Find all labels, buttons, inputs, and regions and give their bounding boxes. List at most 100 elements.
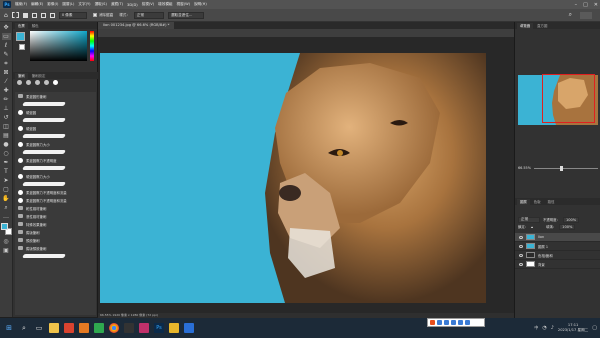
ime-toolbar[interactable] (427, 318, 485, 327)
move-tool-icon[interactable]: ✥ (2, 24, 11, 31)
brush-preset-item[interactable]: 柔邊圓壓力不透明度 (15, 156, 96, 164)
gradient-icon[interactable]: ▤ (2, 132, 11, 139)
zoom-value[interactable]: 66.55% (518, 166, 531, 170)
eyedropper-icon[interactable]: ⁄ (2, 78, 11, 85)
brush-preset-item[interactable]: 柔邊圓壓力大小 (15, 140, 96, 148)
menu-filter[interactable]: 濾鏡(T) (109, 2, 125, 7)
navigator-view-box[interactable] (542, 74, 595, 123)
quick-select-icon[interactable]: ✎ (2, 51, 11, 58)
tab-histogram[interactable]: 直方圖 (534, 23, 550, 29)
visibility-eye-icon[interactable] (519, 244, 523, 248)
color-preview-bg[interactable] (19, 44, 25, 50)
close-icon[interactable]: ✕ (594, 2, 598, 8)
app-red-icon[interactable] (64, 323, 74, 333)
crop-icon[interactable]: ⌗ (2, 60, 11, 67)
photoshop-taskbar-icon[interactable]: Ps (154, 323, 164, 333)
share-icon[interactable] (580, 11, 592, 19)
color-picker-field[interactable] (30, 31, 87, 61)
zoom-icon[interactable]: ⌕ (2, 204, 11, 211)
layer-row[interactable]: 圖層 1 (515, 242, 600, 251)
brush-preset-item[interactable] (15, 116, 96, 124)
tab-paths[interactable]: 路徑 (545, 199, 558, 205)
hue-slider[interactable] (90, 31, 94, 61)
menu-3d[interactable]: 3D(D) (125, 3, 140, 7)
brush-preset-item[interactable]: 預設筆刷 (15, 236, 96, 244)
search-taskbar-icon[interactable]: ⌕ (19, 323, 29, 333)
marquee-icon[interactable]: ▭ (1, 33, 11, 40)
frame-icon[interactable]: ⊠ (2, 69, 11, 76)
tab-channels[interactable]: 色版 (531, 199, 544, 205)
menu-window[interactable]: 視窗(W) (175, 2, 193, 7)
brush-tip-icon[interactable] (44, 80, 49, 85)
app-pink-icon[interactable] (139, 323, 149, 333)
document-tab[interactable]: lion 001234.jpg @ 66.6% (RGB/8#) * (98, 22, 175, 29)
app-green-icon[interactable] (94, 323, 104, 333)
photoshop-logo-icon[interactable]: Ps (3, 1, 11, 8)
tab-brush-settings[interactable]: 筆刷設定 (29, 73, 49, 79)
layer-row[interactable]: 背景 (515, 260, 600, 269)
tab-brushes[interactable]: 筆刷 (15, 73, 28, 79)
more-tools-icon[interactable]: … (2, 213, 11, 220)
volume-icon[interactable]: ♪ (551, 325, 554, 331)
brush-tip-icon[interactable] (53, 80, 58, 85)
stamp-icon[interactable]: ⊥ (2, 105, 11, 112)
shape-icon[interactable]: ▢ (2, 186, 11, 193)
brush-preset-item[interactable]: 乾性媒材筆刷 (15, 204, 96, 212)
brush-preset-item[interactable]: 特殊效果筆刷 (15, 220, 96, 228)
brush-preset-item[interactable] (15, 100, 96, 108)
ime-mic-icon[interactable] (444, 320, 449, 325)
brush-preset-item[interactable] (15, 132, 96, 140)
tray-lang[interactable]: 中 (534, 325, 538, 331)
eraser-icon[interactable]: ◫ (2, 123, 11, 130)
app-dark-icon[interactable] (124, 323, 134, 333)
quick-mask-icon[interactable]: ◎ (2, 238, 11, 245)
add-selection-icon[interactable] (31, 12, 37, 18)
minimize-icon[interactable]: – (575, 2, 578, 8)
ime-logo-icon[interactable] (430, 320, 435, 325)
menu-type[interactable]: 文字(Y) (76, 2, 92, 7)
foreground-color-swatch[interactable] (0, 223, 8, 230)
folder-icon[interactable] (49, 323, 59, 333)
brush-preset-item[interactable]: 柔邊圓壓力不透明度和流量 (15, 196, 96, 204)
screen-mode-icon[interactable]: ▣ (2, 247, 11, 254)
canvas-area[interactable] (98, 37, 514, 313)
brush-preset-item[interactable]: 硬邊圓壓力大小 (15, 172, 96, 180)
intersect-selection-icon[interactable] (49, 12, 55, 18)
menu-layer[interactable]: 圖層(L) (60, 2, 76, 7)
brush-preset-item[interactable]: 濕性媒材筆刷 (15, 212, 96, 220)
menu-view[interactable]: 檢視(V) (140, 2, 156, 7)
menu-edit[interactable]: 編輯(E) (29, 2, 45, 7)
brush-preset-item[interactable]: 硬邊圓 (15, 124, 96, 132)
menu-help[interactable]: 說明(H) (192, 2, 209, 7)
app-orange-icon[interactable] (79, 323, 89, 333)
blend-mode-select[interactable]: 正常 (518, 216, 540, 223)
select-and-mask-button[interactable]: 選取並遮住... (167, 11, 204, 19)
visibility-eye-icon[interactable] (519, 235, 523, 239)
notification-icon[interactable]: ▢ (592, 325, 597, 331)
new-selection-icon[interactable] (22, 12, 28, 18)
tab-swatches[interactable]: 色票 (15, 23, 28, 29)
color-swatches[interactable] (0, 223, 12, 235)
opacity-field[interactable]: 100% (562, 216, 580, 223)
brush-preset-item[interactable] (15, 180, 96, 188)
dodge-icon[interactable]: ○ (2, 150, 11, 157)
anti-alias-checkbox[interactable]: 消除鋸齒 (91, 12, 115, 19)
task-view-icon[interactable]: ▭ (34, 323, 44, 333)
brush-preset-item[interactable]: 舊版筆刷 (15, 228, 96, 236)
tab-layers[interactable]: 圖層 (517, 199, 530, 205)
brush-preset-item[interactable]: 柔邊圓形筆刷 (15, 92, 96, 100)
ime-settings-icon[interactable] (458, 320, 463, 325)
style-select[interactable]: 正常 (133, 11, 164, 19)
menu-image[interactable]: 影像(I) (45, 2, 60, 7)
tab-navigator[interactable]: 導覽器 (517, 23, 534, 29)
marquee-tool-icon[interactable] (11, 12, 19, 18)
brush-tip-icon[interactable] (17, 80, 22, 85)
subtract-selection-icon[interactable] (40, 12, 46, 18)
blur-icon[interactable]: ● (2, 141, 11, 148)
pen-icon[interactable]: ✒ (2, 159, 11, 166)
brush-preset-item[interactable] (15, 148, 96, 156)
document-canvas[interactable] (100, 53, 486, 303)
ime-skin-icon[interactable] (465, 320, 470, 325)
type-icon[interactable]: T (2, 168, 11, 175)
ime-keyboard-icon[interactable] (451, 320, 456, 325)
